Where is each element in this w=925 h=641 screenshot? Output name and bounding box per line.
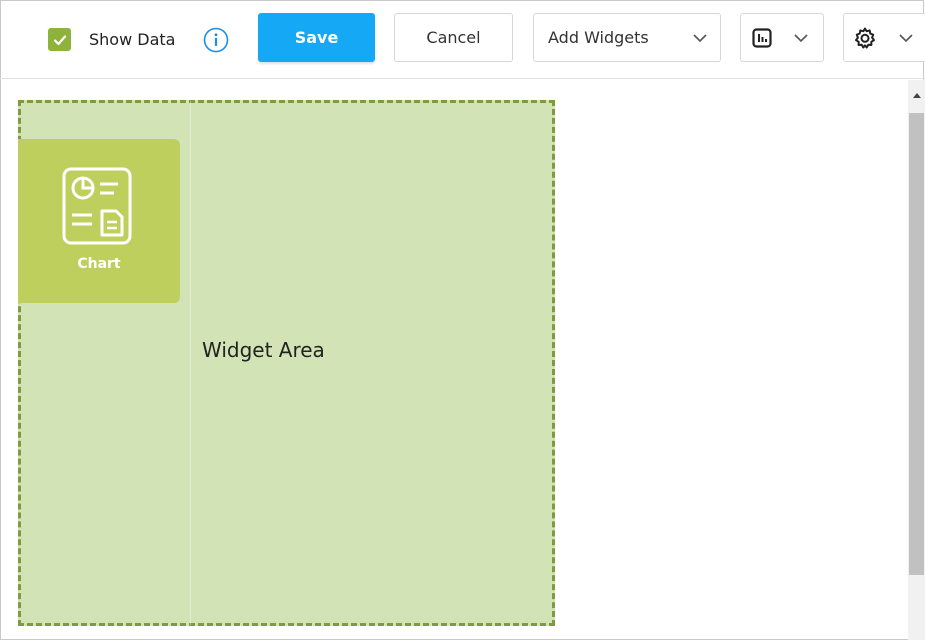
chevron-down-icon xyxy=(693,34,707,43)
settings-dropdown[interactable] xyxy=(843,13,925,62)
cancel-button[interactable]: Cancel xyxy=(394,13,513,62)
caret-up-icon xyxy=(912,93,921,98)
chart-widget-label: Chart xyxy=(77,256,121,272)
gear-icon xyxy=(855,27,875,48)
widget-area-label: Widget Area xyxy=(202,338,325,362)
chart-widget-icon xyxy=(62,167,132,245)
vertical-scrollbar[interactable] xyxy=(908,80,925,640)
chart-view-dropdown[interactable] xyxy=(740,13,824,62)
chevron-down-icon xyxy=(899,34,913,43)
widget-area-divider xyxy=(190,101,191,625)
scrollbar-thumb[interactable] xyxy=(909,113,924,575)
check-icon xyxy=(53,34,66,45)
show-data-label: Show Data xyxy=(89,30,176,49)
info-icon[interactable] xyxy=(203,27,229,53)
toolbar: Show Data Save Cancel Add Widgets xyxy=(0,0,925,79)
scroll-up-arrow[interactable] xyxy=(908,88,925,102)
chart-widget-tile[interactable]: Chart xyxy=(18,139,180,303)
save-button[interactable]: Save xyxy=(258,13,375,62)
show-data-checkbox[interactable] xyxy=(48,28,71,51)
add-widgets-label: Add Widgets xyxy=(548,28,649,47)
chevron-down-icon xyxy=(794,34,808,43)
add-widgets-dropdown[interactable]: Add Widgets xyxy=(533,13,721,62)
chart-view-icon xyxy=(752,27,772,48)
